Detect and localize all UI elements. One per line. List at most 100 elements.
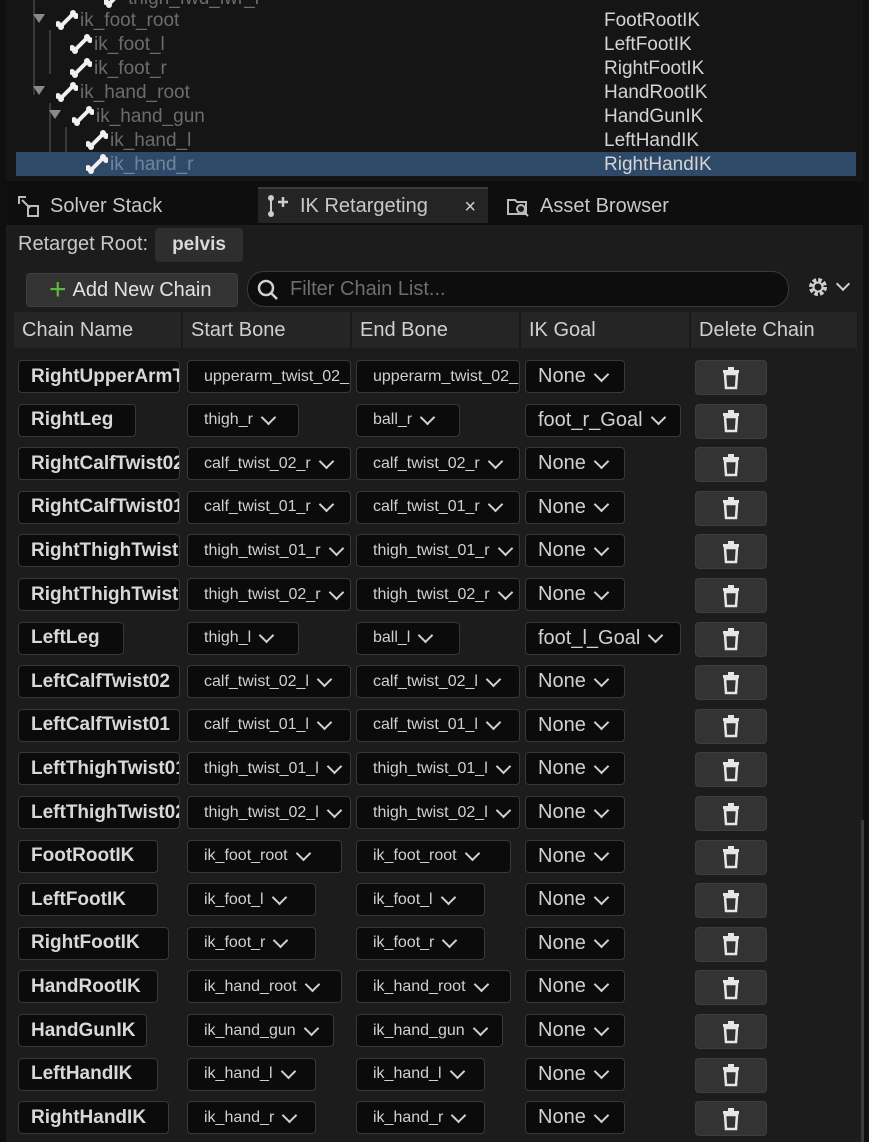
delete-chain-button[interactable] bbox=[695, 447, 767, 483]
end-bone-dropdown[interactable]: ik_foot_root bbox=[356, 839, 511, 873]
start-bone-dropdown[interactable]: ik_foot_r bbox=[187, 926, 316, 960]
delete-chain-button[interactable] bbox=[695, 360, 767, 395]
chain-name-field[interactable]: RightCalfTwist01 bbox=[18, 490, 180, 524]
tree-row[interactable]: ik_hand_l LeftHandIK bbox=[16, 128, 856, 152]
chain-name-field[interactable]: HandRootIK bbox=[18, 970, 158, 1004]
ik-goal-dropdown[interactable]: None bbox=[525, 708, 625, 742]
delete-chain-button[interactable] bbox=[695, 1014, 767, 1049]
tree-row[interactable]: ik_hand_root HandRootIK bbox=[16, 80, 856, 104]
end-bone-dropdown[interactable]: ik_hand_gun bbox=[356, 1014, 503, 1047]
chain-name-field[interactable]: LeftCalfTwist01 bbox=[18, 708, 180, 742]
ik-goal-dropdown[interactable]: None bbox=[525, 926, 625, 960]
end-bone-dropdown[interactable]: thigh_twist_01_r bbox=[356, 534, 520, 568]
end-bone-dropdown[interactable]: ik_hand_r bbox=[356, 1101, 485, 1135]
tree-row[interactable]: ik_hand_gun HandGunIK bbox=[16, 104, 856, 128]
filter-chain-input[interactable] bbox=[288, 276, 772, 302]
tree-row[interactable]: ik_foot_root FootRootIK bbox=[16, 8, 856, 32]
chain-name-field[interactable]: LeftFootIK bbox=[18, 883, 158, 917]
tree-row[interactable]: ik_foot_r RightFootIK bbox=[16, 56, 856, 80]
delete-chain-button[interactable] bbox=[695, 665, 767, 701]
end-bone-dropdown[interactable]: upperarm_twist_02_r bbox=[356, 360, 520, 393]
tree-row[interactable]: ik_hand_r RightHandIK bbox=[16, 152, 856, 176]
start-bone-dropdown[interactable]: calf_twist_02_r bbox=[187, 447, 351, 481]
delete-chain-button[interactable] bbox=[695, 578, 767, 613]
ik-goal-dropdown[interactable]: None bbox=[525, 839, 625, 873]
ik-goal-dropdown[interactable]: None bbox=[525, 534, 625, 568]
expand-arrow-icon[interactable] bbox=[49, 110, 61, 119]
chain-name-field[interactable]: LeftCalfTwist02 bbox=[18, 665, 180, 699]
delete-chain-button[interactable] bbox=[695, 490, 767, 526]
chain-name-field[interactable]: LeftLeg bbox=[18, 621, 124, 655]
start-bone-dropdown[interactable]: thigh_twist_02_r bbox=[187, 578, 351, 611]
end-bone-dropdown[interactable]: calf_twist_01_l bbox=[356, 708, 520, 742]
delete-chain-button[interactable] bbox=[695, 970, 767, 1006]
tab-solver-stack[interactable]: Solver Stack bbox=[16, 187, 256, 225]
close-tab-icon[interactable]: × bbox=[464, 196, 476, 219]
delete-chain-button[interactable] bbox=[695, 926, 767, 962]
start-bone-dropdown[interactable]: ik_hand_gun bbox=[187, 1014, 334, 1047]
ik-goal-dropdown[interactable]: foot_r_Goal bbox=[525, 403, 681, 437]
delete-chain-button[interactable] bbox=[695, 534, 767, 570]
expand-arrow-icon[interactable] bbox=[33, 14, 45, 23]
end-bone-dropdown[interactable]: ball_r bbox=[356, 403, 460, 437]
start-bone-dropdown[interactable]: calf_twist_01_r bbox=[187, 490, 351, 524]
start-bone-dropdown[interactable]: upperarm_twist_02_r bbox=[187, 360, 351, 393]
column-header-delete-chain[interactable]: Delete Chain bbox=[691, 312, 859, 348]
end-bone-dropdown[interactable]: ik_foot_r bbox=[356, 926, 485, 960]
end-bone-dropdown[interactable]: ik_hand_root bbox=[356, 970, 511, 1004]
chain-name-field[interactable]: RightThighTwist02 bbox=[18, 578, 180, 611]
delete-chain-button[interactable] bbox=[695, 1101, 767, 1137]
end-bone-dropdown[interactable]: thigh_twist_01_l bbox=[356, 752, 520, 786]
chain-name-field[interactable]: FootRootIK bbox=[18, 839, 158, 873]
chain-name-field[interactable]: RightHandIK bbox=[18, 1101, 169, 1135]
start-bone-dropdown[interactable]: thigh_twist_01_l bbox=[187, 752, 351, 786]
delete-chain-button[interactable] bbox=[695, 1057, 767, 1093]
delete-chain-button[interactable] bbox=[695, 839, 767, 875]
ik-goal-dropdown[interactable]: None bbox=[525, 360, 625, 393]
ik-goal-dropdown[interactable]: None bbox=[525, 1101, 625, 1135]
end-bone-dropdown[interactable]: thigh_twist_02_r bbox=[356, 578, 520, 611]
start-bone-dropdown[interactable]: thigh_twist_01_r bbox=[187, 534, 351, 568]
end-bone-dropdown[interactable]: ball_l bbox=[356, 621, 460, 655]
start-bone-dropdown[interactable]: calf_twist_02_l bbox=[187, 665, 351, 699]
column-header-end-bone[interactable]: End Bone bbox=[352, 312, 521, 348]
chain-name-field[interactable]: LeftThighTwist02 bbox=[18, 796, 180, 829]
chain-name-field[interactable]: RightLeg bbox=[18, 403, 136, 437]
settings-menu[interactable] bbox=[806, 275, 851, 299]
delete-chain-button[interactable] bbox=[695, 403, 767, 439]
delete-chain-button[interactable] bbox=[695, 796, 767, 831]
chain-name-field[interactable]: RightUpperArmTwist02 bbox=[18, 360, 180, 393]
end-bone-dropdown[interactable]: calf_twist_02_l bbox=[356, 665, 520, 699]
chain-name-field[interactable]: LeftHandIK bbox=[18, 1057, 158, 1091]
start-bone-dropdown[interactable]: thigh_l bbox=[187, 621, 299, 655]
start-bone-dropdown[interactable]: thigh_r bbox=[187, 403, 299, 437]
end-bone-dropdown[interactable]: thigh_twist_02_l bbox=[356, 796, 520, 829]
scrollbar[interactable] bbox=[861, 820, 864, 1142]
delete-chain-button[interactable] bbox=[695, 621, 767, 657]
ik-goal-dropdown[interactable]: foot_l_Goal bbox=[525, 621, 681, 655]
retarget-root-value[interactable]: pelvis bbox=[155, 228, 243, 262]
add-new-chain-button[interactable]: + Add New Chain bbox=[26, 273, 238, 307]
end-bone-dropdown[interactable]: ik_foot_l bbox=[356, 883, 485, 917]
end-bone-dropdown[interactable]: calf_twist_01_r bbox=[356, 490, 520, 524]
delete-chain-button[interactable] bbox=[695, 708, 767, 744]
start-bone-dropdown[interactable]: ik_foot_root bbox=[187, 839, 342, 873]
ik-goal-dropdown[interactable]: None bbox=[525, 883, 625, 917]
tab-ik-retargeting[interactable]: IK Retargeting × bbox=[258, 187, 488, 223]
delete-chain-button[interactable] bbox=[695, 752, 767, 788]
delete-chain-button[interactable] bbox=[695, 883, 767, 919]
start-bone-dropdown[interactable]: ik_hand_r bbox=[187, 1101, 316, 1135]
chain-name-field[interactable]: RightFootIK bbox=[18, 926, 169, 960]
end-bone-dropdown[interactable]: calf_twist_02_r bbox=[356, 447, 520, 481]
start-bone-dropdown[interactable]: calf_twist_01_l bbox=[187, 708, 351, 742]
ik-goal-dropdown[interactable]: None bbox=[525, 970, 625, 1004]
column-header-start-bone[interactable]: Start Bone bbox=[183, 312, 352, 348]
start-bone-dropdown[interactable]: thigh_twist_02_l bbox=[187, 796, 351, 829]
ik-goal-dropdown[interactable]: None bbox=[525, 752, 625, 786]
expand-arrow-icon[interactable] bbox=[33, 86, 45, 95]
ik-goal-dropdown[interactable]: None bbox=[525, 578, 625, 611]
ik-goal-dropdown[interactable]: None bbox=[525, 447, 625, 481]
start-bone-dropdown[interactable]: ik_hand_root bbox=[187, 970, 342, 1004]
column-header-ik-goal[interactable]: IK Goal bbox=[521, 312, 691, 348]
ik-goal-dropdown[interactable]: None bbox=[525, 490, 625, 524]
